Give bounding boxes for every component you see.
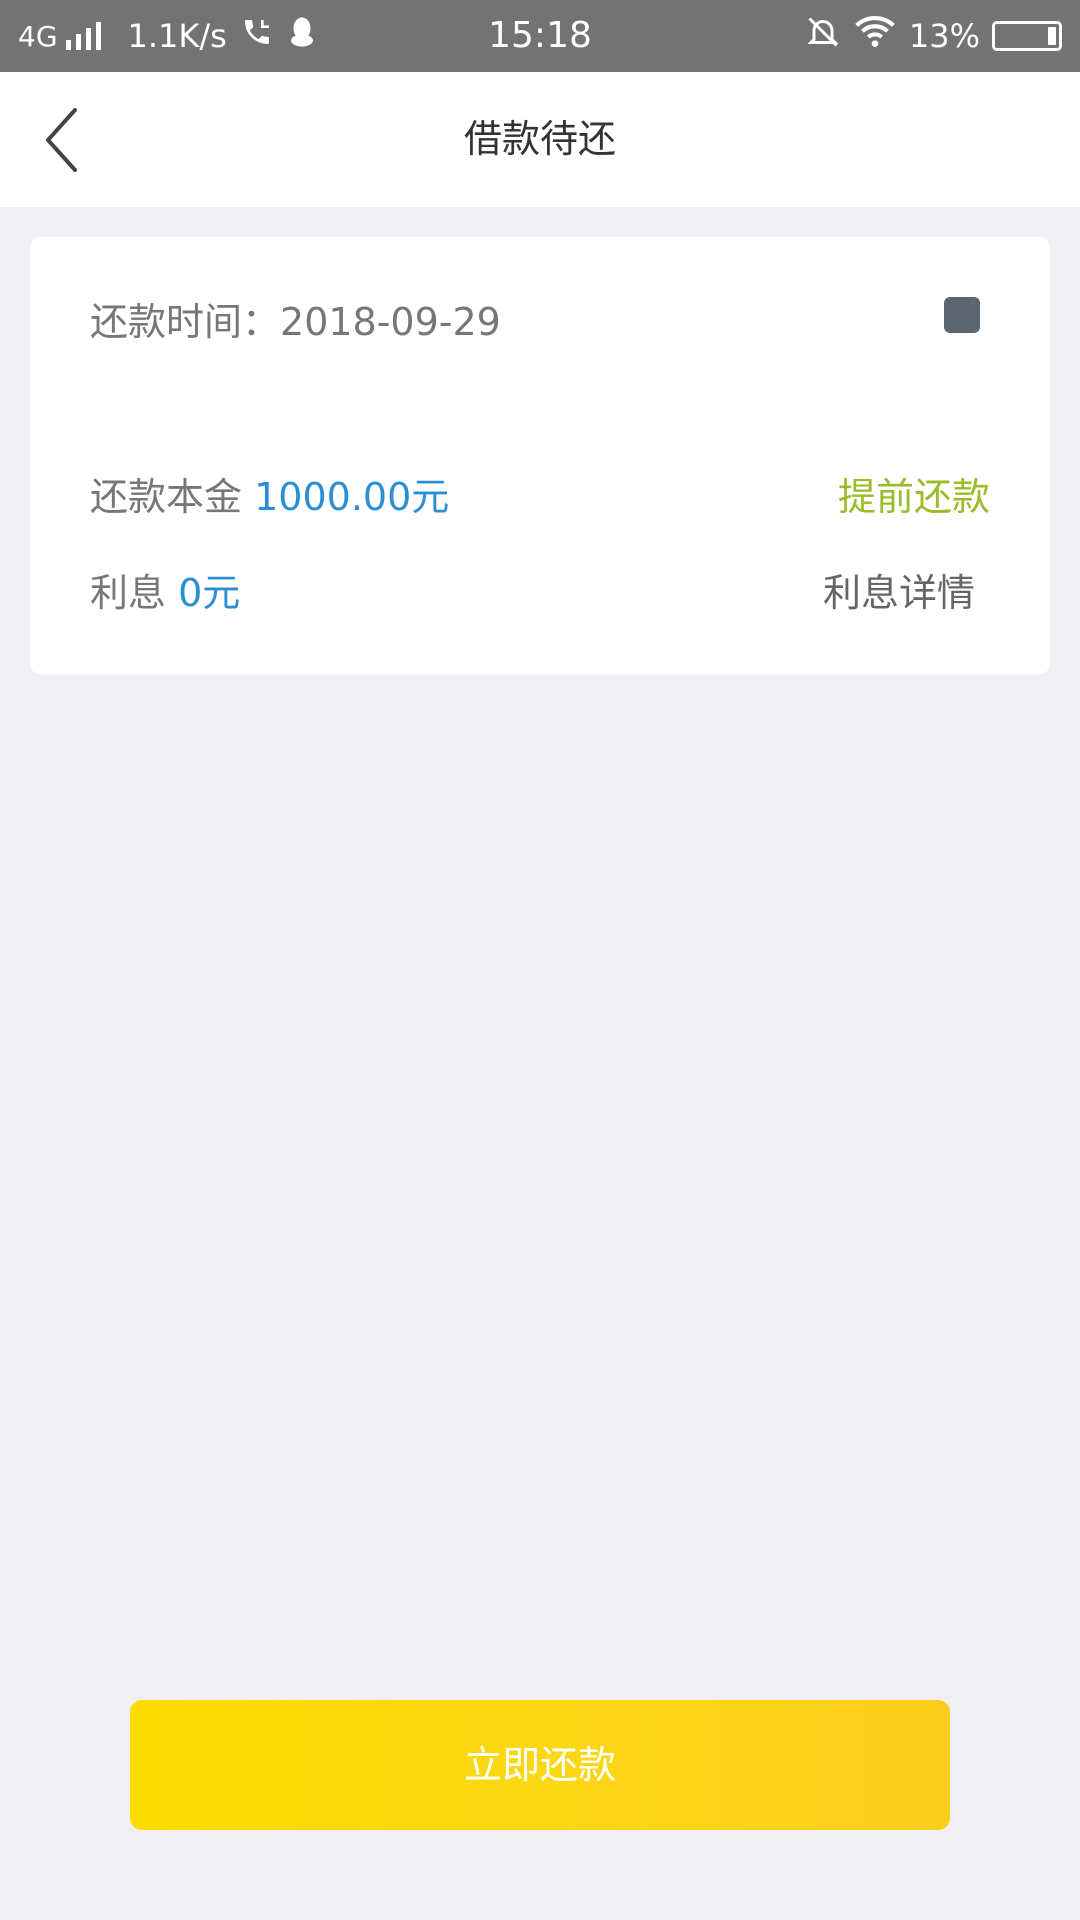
principal-row: 还款本金 1000.00元 提前还款 [90,467,990,527]
repay-now-button[interactable]: 立即还款 [130,1700,950,1830]
repayment-card: 还款时间：2018-09-29 还款本金 1000.00元 提前还款 利息 0元… [30,237,1050,674]
screen: 4G 1.1K/s 15:18 13% 借款待还 还款时间：2018-09-29… [0,0,1080,1920]
wifi-icon [855,15,895,57]
interest-detail-link[interactable]: 利息详情 [823,563,975,623]
interest-label: 利息 [90,571,167,615]
battery-percent: 13% [908,17,980,55]
nav-header: 借款待还 [0,72,1080,207]
battery-icon [992,21,1062,51]
page-title: 借款待还 [463,117,616,161]
repayment-date-row: 还款时间：2018-09-29 [90,292,990,352]
repayment-date-label: 还款时间： [90,300,281,344]
prepay-link[interactable]: 提前还款 [838,467,990,527]
status-right: 13% [805,0,1062,72]
bell-off-icon [805,14,841,58]
repayment-date-value: 2018-09-29 [280,300,501,344]
interest-row: 利息 0元 利息详情 [90,563,990,623]
battery-fill [1048,27,1056,45]
principal-label: 还款本金 [90,475,243,519]
principal-value: 1000.00元 [254,475,450,519]
status-bar: 4G 1.1K/s 15:18 13% [0,0,1080,72]
checkbox-icon[interactable] [944,297,980,333]
interest-value: 0元 [178,571,241,615]
